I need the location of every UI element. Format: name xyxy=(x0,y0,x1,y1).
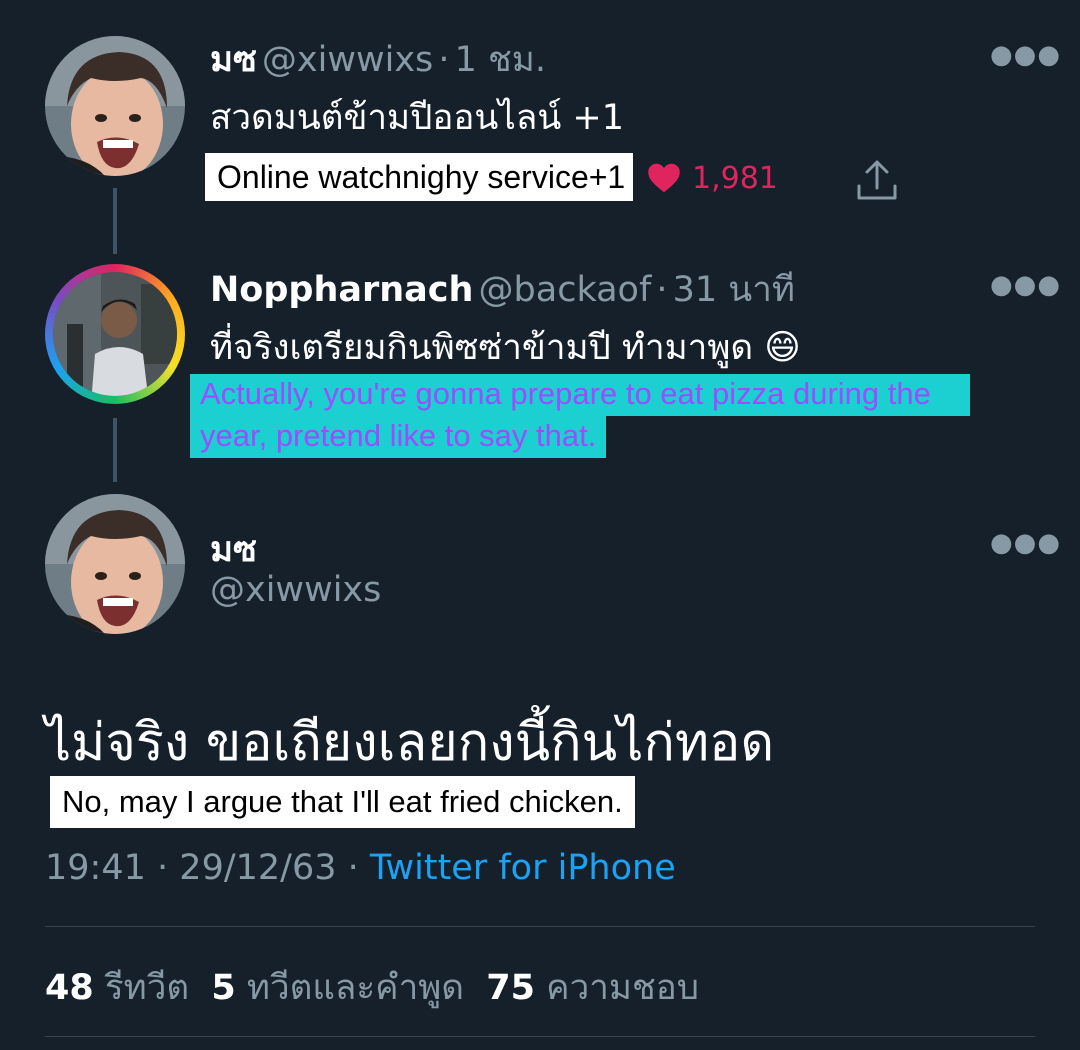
divider-bottom xyxy=(45,1036,1035,1037)
tweet2-translation-line2: year, pretend like to say that. xyxy=(190,416,607,458)
client-link[interactable]: Twitter for iPhone xyxy=(370,848,676,888)
heart-icon[interactable] xyxy=(646,160,682,200)
likes-label: ความชอบ xyxy=(546,968,699,1008)
quotes-stat[interactable]: 5 ทวีตและคำพูด xyxy=(211,968,464,1008)
retweets-count: 48 xyxy=(45,968,94,1008)
tweet2-translation-line1: Actually, you're gonna prepare to eat pi… xyxy=(190,374,970,416)
grinning-face-emoji: 😄 xyxy=(764,328,801,368)
engagement-stats: 48 รีทวีต 5 ทวีตและคำพูด 75 ความชอบ xyxy=(45,960,699,1015)
main-translation-caption: No, may I argue that I'll eat fried chic… xyxy=(50,776,635,828)
tweet2-more-dots-icon[interactable]: ●●● xyxy=(990,272,1061,298)
main-date: 29/12/63 xyxy=(179,848,337,888)
tweet1-separator: · xyxy=(438,40,450,80)
tweet2-display-name[interactable]: Noppharnach xyxy=(210,270,473,310)
main-time: 19:41 xyxy=(45,848,146,888)
tweet1-translation-caption: Online watchnighy service+1 xyxy=(205,153,634,201)
main-handle[interactable]: @xiwwixs xyxy=(210,570,381,610)
likes-stat[interactable]: 75 ความชอบ xyxy=(486,968,699,1008)
quotes-label: ทวีตและคำพูด xyxy=(246,968,465,1008)
thread-line-2 xyxy=(113,418,117,482)
tweet2-time[interactable]: 31 นาที xyxy=(673,270,795,310)
main-tweet-text: ไม่จริง ขอเถียงเลยกงนี้กินไก่ทอด xyxy=(45,713,775,773)
tweet1-like-count: 1,981 xyxy=(692,161,778,196)
avatar-backaof[interactable] xyxy=(45,264,185,404)
thread-line-1 xyxy=(113,188,117,254)
tweet2-translation-caption: Actually, you're gonna prepare to eat pi… xyxy=(190,374,970,458)
tweet2-text: ที่จริงเตรียมกินพิซซ่าข้ามปี ทำมาพูด xyxy=(210,328,754,368)
main-separator-2: · xyxy=(347,848,359,888)
quotes-count: 5 xyxy=(211,968,236,1008)
avatar-xiwwixs[interactable] xyxy=(45,36,185,176)
tweet1-more-dots-icon[interactable]: ●●● xyxy=(990,42,1061,68)
retweets-stat[interactable]: 48 รีทวีต xyxy=(45,968,189,1008)
tweet1-header: มซ @xiwwixs · 1 ชม. xyxy=(210,32,546,87)
retweets-label: รีทวีต xyxy=(104,968,190,1008)
share-icon[interactable] xyxy=(856,158,898,206)
main-display-name[interactable]: มซ xyxy=(210,522,257,577)
main-separator-1: · xyxy=(157,848,169,888)
likes-count: 75 xyxy=(486,968,536,1008)
tweet2-separator: · xyxy=(656,270,668,310)
tweet2-header: Noppharnach @backaof · 31 นาที xyxy=(210,262,795,317)
avatar-xiwwixs-main[interactable] xyxy=(45,494,185,634)
main-more-dots-icon[interactable]: ●●● xyxy=(990,530,1061,556)
tweet1-display-name[interactable]: มซ xyxy=(210,40,257,80)
tweet2-handle[interactable]: @backaof xyxy=(479,270,652,310)
main-timestamp: 19:41 · 29/12/63 · Twitter for iPhone xyxy=(45,848,676,888)
tweet1-time[interactable]: 1 ชม. xyxy=(455,40,546,80)
tweet1-text: สวดมนต์ข้ามปีออนไลน์ +1 xyxy=(210,98,625,138)
tweet-detail-screen: มซ @xiwwixs · 1 ชม. ●●● สวดมนต์ข้ามปีออน… xyxy=(0,0,1080,1050)
tweet2-text-row: ที่จริงเตรียมกินพิซซ่าข้ามปี ทำมาพูด 😄 xyxy=(210,320,801,375)
tweet1-handle[interactable]: @xiwwixs xyxy=(262,40,433,80)
divider-top xyxy=(45,926,1035,927)
